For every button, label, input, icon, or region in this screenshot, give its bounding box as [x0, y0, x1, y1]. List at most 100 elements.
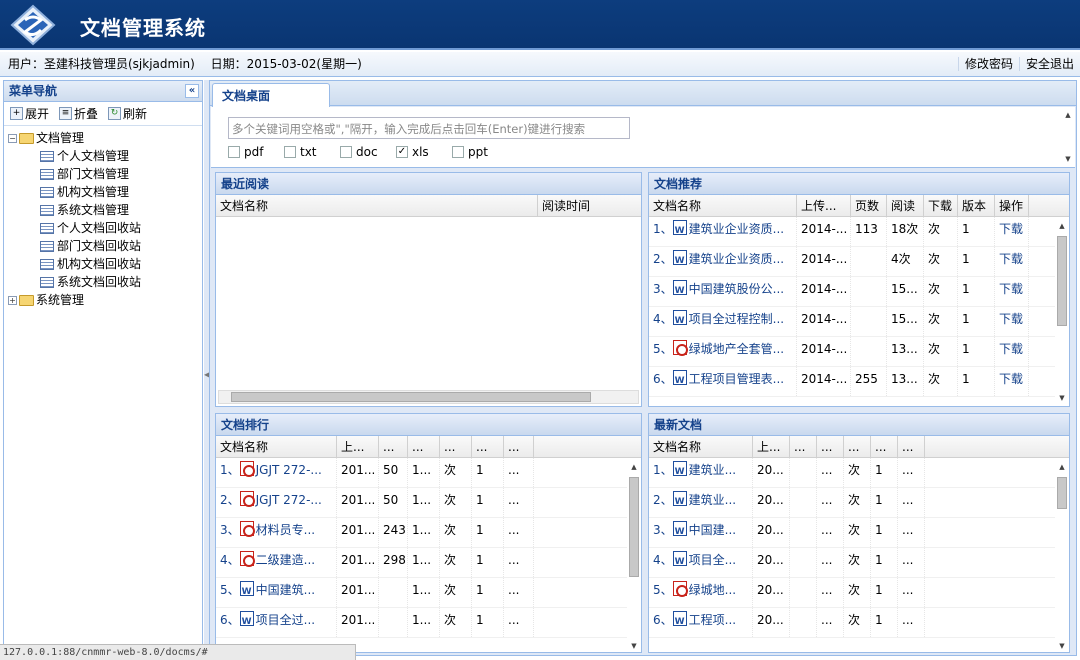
column-header[interactable]: 版本	[958, 195, 995, 216]
filter-txt[interactable]: txt	[284, 145, 340, 159]
scroll-down-icon[interactable]: ▼	[1055, 392, 1069, 404]
doc-name-cell[interactable]: 3、 中国建筑股份公...	[649, 277, 797, 306]
doc-name-link[interactable]: 中国建筑...	[256, 583, 315, 597]
doc-name-cell[interactable]: 1、 建筑业...	[649, 458, 753, 487]
refresh-button[interactable]: ↻ 刷新	[106, 105, 149, 122]
column-header[interactable]: 文档名称	[216, 436, 337, 457]
column-header[interactable]: ...	[844, 436, 871, 457]
tree-item-system-recycle[interactable]: 系统文档回收站	[8, 273, 202, 291]
doc-name-cell[interactable]: 1、 建筑业企业资质...	[649, 217, 797, 246]
table-row[interactable]: 2、 建筑业企业资质... 2014-... 4次次1下载	[649, 247, 1069, 277]
filter-doc[interactable]: doc	[340, 145, 396, 159]
table-row[interactable]: 5、 绿城地... 20...... 次 1...	[649, 578, 1069, 608]
table-row[interactable]: 4、项目全...20......次1...	[649, 548, 1069, 578]
scroll-up-icon[interactable]: ▲	[1055, 220, 1069, 232]
table-row[interactable]: 5、中国建筑...201...1...次1...	[216, 578, 641, 608]
doc-name-cell[interactable]: 2、 JGJT 272-...	[216, 488, 337, 517]
filter-xls[interactable]: ✓ xls	[396, 145, 452, 159]
scrollbar-thumb[interactable]	[1057, 477, 1067, 509]
tree-item-system-docs[interactable]: 系统文档管理	[8, 201, 202, 219]
table-row[interactable]: 5、 绿城地产全套管... 2014-... 13... 次 1 下载	[649, 337, 1069, 367]
vertical-scrollbar[interactable]: ▲ ▼	[1055, 218, 1069, 406]
tree-item-organization-recycle[interactable]: 机构文档回收站	[8, 255, 202, 273]
table-row[interactable]: 3、 材料员专... 201... 243 1... 次 1...	[216, 518, 641, 548]
tree-item-personal-recycle[interactable]: 个人文档回收站	[8, 219, 202, 237]
doc-name-cell[interactable]: 6、 项目全过...	[216, 608, 337, 637]
download-link[interactable]: 下载	[995, 367, 1029, 396]
scrollbar-thumb[interactable]	[231, 392, 591, 402]
column-header[interactable]: 上...	[753, 436, 790, 457]
scroll-down-icon[interactable]: ▼	[1061, 153, 1075, 165]
search-scrollbar[interactable]: ▲ ▼	[1061, 107, 1075, 167]
column-header[interactable]: ...	[871, 436, 898, 457]
scrollbar-thumb[interactable]	[629, 477, 639, 577]
doc-name-link[interactable]: 建筑业...	[689, 463, 736, 477]
column-header[interactable]: 文档名称	[216, 195, 538, 216]
column-header[interactable]: ...	[790, 436, 817, 457]
column-header[interactable]: 阅读	[887, 195, 924, 216]
doc-name-link[interactable]: 中国建筑股份公...	[689, 282, 784, 296]
checkbox-checked[interactable]: ✓	[396, 146, 408, 158]
doc-name-link[interactable]: 绿城地产全套管...	[689, 342, 784, 356]
column-header[interactable]: 文档名称	[649, 436, 753, 457]
column-header[interactable]: ...	[817, 436, 844, 457]
download-link[interactable]: 下载	[995, 337, 1029, 366]
doc-name-link[interactable]: 项目全过程控制...	[689, 312, 784, 326]
checkbox[interactable]	[452, 146, 464, 158]
collapse-sidebar-icon[interactable]: «	[185, 84, 199, 98]
doc-name-cell[interactable]: 2、 建筑业企业资质...	[649, 247, 797, 276]
table-row[interactable]: 1、 建筑业企业资质... 2014-...11318次次1下载	[649, 217, 1069, 247]
column-header[interactable]: ...	[440, 436, 472, 457]
download-link[interactable]: 下载	[995, 217, 1029, 246]
column-header[interactable]: 下载	[924, 195, 958, 216]
column-header[interactable]: 上...	[337, 436, 379, 457]
doc-name-cell[interactable]: 2、 建筑业...	[649, 488, 753, 517]
tree-item-personal-docs[interactable]: 个人文档管理	[8, 147, 202, 165]
tree-item-department-recycle[interactable]: 部门文档回收站	[8, 237, 202, 255]
scroll-up-icon[interactable]: ▲	[1055, 461, 1069, 473]
doc-name-cell[interactable]: 5、 绿城地产全套管...	[649, 337, 797, 366]
expand-button[interactable]: + 展开	[8, 105, 51, 122]
expand-node-icon[interactable]: +	[8, 295, 17, 305]
doc-name-link[interactable]: JGJT 272-...	[256, 493, 322, 507]
tree-node-doc-management[interactable]: − 文档管理	[8, 129, 202, 147]
column-header[interactable]: ...	[898, 436, 925, 457]
table-row[interactable]: 4、 二级建造... 201... 298 1... 次 1...	[216, 548, 641, 578]
doc-name-cell[interactable]: 4、 项目全...	[649, 548, 753, 577]
column-header[interactable]: 文档名称	[649, 195, 797, 216]
doc-name-link[interactable]: 建筑业...	[689, 493, 736, 507]
checkbox[interactable]	[340, 146, 352, 158]
doc-name-cell[interactable]: 1、 JGJT 272-...	[216, 458, 337, 487]
doc-name-cell[interactable]: 6、 工程项目管理表...	[649, 367, 797, 396]
column-header[interactable]: ...	[504, 436, 534, 457]
table-row[interactable]: 6、项目全过...201...1...次1...	[216, 608, 641, 638]
table-row[interactable]: 1、 JGJT 272-... 201... 50 1... 次 1...	[216, 458, 641, 488]
table-row[interactable]: 3、中国建...20......次1...	[649, 518, 1069, 548]
table-row[interactable]: 2、建筑业...20......次1...	[649, 488, 1069, 518]
doc-name-cell[interactable]: 4、 二级建造...	[216, 548, 337, 577]
doc-name-link[interactable]: 材料员专...	[256, 523, 315, 537]
tree-item-department-docs[interactable]: 部门文档管理	[8, 165, 202, 183]
tree-item-organization-docs[interactable]: 机构文档管理	[8, 183, 202, 201]
doc-name-link[interactable]: 项目全过...	[256, 613, 315, 627]
search-input[interactable]: 多个关键词用空格或","隔开，输入完成后点击回车(Enter)键进行搜索	[228, 117, 630, 139]
doc-name-cell[interactable]: 6、 工程项...	[649, 608, 753, 637]
doc-name-link[interactable]: 中国建...	[689, 523, 736, 537]
doc-name-link[interactable]: 项目全...	[689, 553, 736, 567]
download-link[interactable]: 下载	[995, 307, 1029, 336]
column-header[interactable]: ...	[379, 436, 408, 457]
vertical-scrollbar[interactable]: ▲ ▼	[627, 459, 641, 652]
scroll-down-icon[interactable]: ▼	[1055, 640, 1069, 652]
column-header[interactable]: 页数	[851, 195, 887, 216]
scroll-up-icon[interactable]: ▲	[1061, 109, 1075, 121]
doc-name-link[interactable]: JGJT 272-...	[256, 463, 322, 477]
vertical-scrollbar[interactable]: ▲ ▼	[1055, 459, 1069, 652]
column-header[interactable]: 操作	[995, 195, 1029, 216]
change-password-link[interactable]: 修改密码	[957, 57, 1019, 71]
scroll-up-icon[interactable]: ▲	[627, 461, 641, 473]
checkbox[interactable]	[284, 146, 296, 158]
column-header[interactable]: 阅读时间	[538, 195, 641, 216]
column-header[interactable]: ...	[472, 436, 504, 457]
download-link[interactable]: 下载	[995, 277, 1029, 306]
doc-name-cell[interactable]: 3、 材料员专...	[216, 518, 337, 547]
